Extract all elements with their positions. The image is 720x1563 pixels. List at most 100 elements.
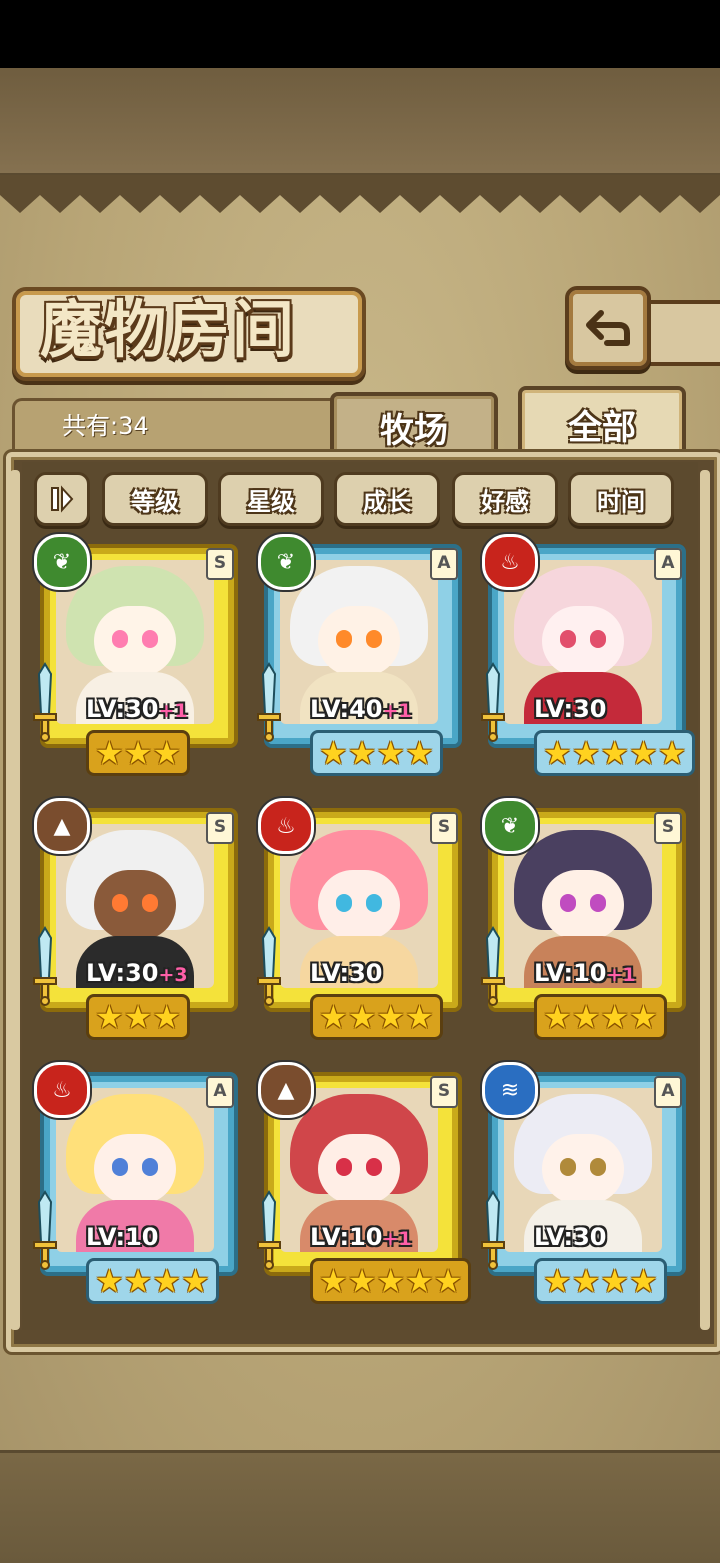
star-icon: ★ <box>347 998 377 1036</box>
level-bonus: +3 <box>158 964 188 986</box>
sword-icon <box>33 1190 57 1270</box>
back-arrow-icon <box>586 310 630 346</box>
star-icon: ★ <box>433 1262 463 1300</box>
earth-element-icon: ▲ <box>34 798 90 854</box>
level-value: LV:30 <box>534 1223 607 1251</box>
level-bonus: +1 <box>158 700 188 722</box>
nature-element-icon: ❦ <box>482 798 538 854</box>
star-icon: ★ <box>123 1262 153 1300</box>
tab-ranch[interactable]: 牧场 <box>330 392 498 458</box>
filter-growth-button[interactable]: 成长 <box>334 472 440 526</box>
star-icon: ★ <box>319 734 348 772</box>
map-top-strip <box>0 68 720 176</box>
page-title: 魔物房间 <box>40 293 297 366</box>
rank-badge: A <box>654 548 682 580</box>
star-icon: ★ <box>543 1262 572 1300</box>
sword-icon <box>33 662 57 742</box>
sort-order-button[interactable] <box>34 472 90 526</box>
star-icon: ★ <box>181 1262 210 1300</box>
monster-card[interactable]: S ❦ LV:30+1 ★ ★ ★ <box>33 534 240 776</box>
star-rating: ★ ★ ★ ★ <box>534 994 667 1040</box>
level-label: LV:10 <box>86 1222 158 1252</box>
star-icon: ★ <box>657 734 687 772</box>
star-rating: ★ ★ ★ ★ <box>86 1258 219 1304</box>
monster-count: 共有:34 <box>62 412 149 440</box>
level-value: LV:10 <box>86 1223 159 1251</box>
filter-star-button[interactable]: 星级 <box>218 472 324 526</box>
star-rating: ★ ★ ★ ★ <box>534 1258 667 1304</box>
monster-card[interactable]: S ❦ LV:10+1 ★ ★ ★ ★ <box>481 798 688 1040</box>
level-bonus: +1 <box>382 1228 412 1250</box>
star-icon: ★ <box>95 1262 124 1300</box>
star-icon: ★ <box>629 1262 658 1300</box>
star-icon: ★ <box>123 734 153 772</box>
star-icon: ★ <box>123 998 153 1036</box>
star-rating: ★ ★ ★ ★ <box>310 730 443 776</box>
level-bonus: +1 <box>606 964 636 986</box>
filter-level-button[interactable]: 等级 <box>102 472 208 526</box>
level-label: LV:10+1 <box>310 1222 412 1252</box>
star-icon: ★ <box>405 998 434 1036</box>
sword-icon <box>257 662 281 742</box>
nature-element-icon: ❦ <box>258 534 314 590</box>
level-value: LV:10 <box>310 1223 383 1251</box>
sort-toggle-icon <box>51 485 74 513</box>
star-icon: ★ <box>152 1262 182 1300</box>
level-value: LV:30 <box>86 695 159 723</box>
left-rail <box>10 470 20 1330</box>
star-icon: ★ <box>629 734 658 772</box>
back-button[interactable] <box>565 286 651 370</box>
star-icon: ★ <box>319 1262 348 1300</box>
nature-element-icon: ❦ <box>34 534 90 590</box>
filter-time-button[interactable]: 时间 <box>568 472 674 526</box>
star-icon: ★ <box>152 998 182 1036</box>
star-rating: ★ ★ ★ ★ ★ <box>534 730 696 776</box>
sword-icon <box>257 1190 281 1270</box>
level-value: LV:10 <box>534 959 607 987</box>
sword-icon <box>481 926 505 1006</box>
monster-card[interactable]: A ♨ LV:30 ★ ★ ★ ★ ★ <box>481 534 696 776</box>
sword-icon <box>481 662 505 742</box>
rank-badge: S <box>206 812 234 844</box>
back-rail <box>640 300 720 366</box>
monster-card[interactable]: S ▲ LV:30+3 ★ ★ ★ <box>33 798 240 1040</box>
water-element-icon: ≋ <box>482 1062 538 1118</box>
earth-element-icon: ▲ <box>258 1062 314 1118</box>
rank-badge: S <box>654 812 682 844</box>
rank-badge: S <box>430 1076 458 1108</box>
sword-icon <box>481 1190 505 1270</box>
star-icon: ★ <box>600 1262 630 1300</box>
level-bonus: +1 <box>382 700 412 722</box>
level-label: LV:40+1 <box>310 694 412 724</box>
star-icon: ★ <box>95 734 124 772</box>
star-icon: ★ <box>376 734 406 772</box>
star-icon: ★ <box>600 734 630 772</box>
star-icon: ★ <box>543 734 572 772</box>
zigzag-border <box>0 175 720 213</box>
star-icon: ★ <box>376 1262 406 1300</box>
status-bar <box>0 0 720 68</box>
star-icon: ★ <box>376 998 406 1036</box>
filter-affection-button[interactable]: 好感 <box>452 472 558 526</box>
rank-badge: A <box>430 548 458 580</box>
monster-card[interactable]: A ≋ LV:30 ★ ★ ★ ★ <box>481 1062 688 1304</box>
star-icon: ★ <box>95 998 124 1036</box>
star-icon: ★ <box>571 1262 601 1300</box>
star-icon: ★ <box>600 998 630 1036</box>
star-icon: ★ <box>571 998 601 1036</box>
level-label: LV:30 <box>310 958 382 988</box>
star-rating: ★ ★ ★ ★ <box>310 994 443 1040</box>
monster-card[interactable]: S ♨ LV:30 ★ ★ ★ ★ <box>257 798 464 1040</box>
monster-card[interactable]: S ▲ LV:10+1 ★ ★ ★ ★ ★ <box>257 1062 472 1304</box>
right-rail <box>700 470 710 1330</box>
star-icon: ★ <box>405 734 434 772</box>
rank-badge: A <box>206 1076 234 1108</box>
monster-card[interactable]: A ♨ LV:10 ★ ★ ★ ★ <box>33 1062 240 1304</box>
tab-all[interactable]: 全部 <box>518 386 686 458</box>
monster-card[interactable]: A ❦ LV:40+1 ★ ★ ★ ★ <box>257 534 464 776</box>
map-bottom-strip <box>0 1450 720 1563</box>
star-rating: ★ ★ ★ <box>86 730 191 776</box>
star-icon: ★ <box>629 998 658 1036</box>
star-icon: ★ <box>347 1262 377 1300</box>
star-icon: ★ <box>319 998 348 1036</box>
